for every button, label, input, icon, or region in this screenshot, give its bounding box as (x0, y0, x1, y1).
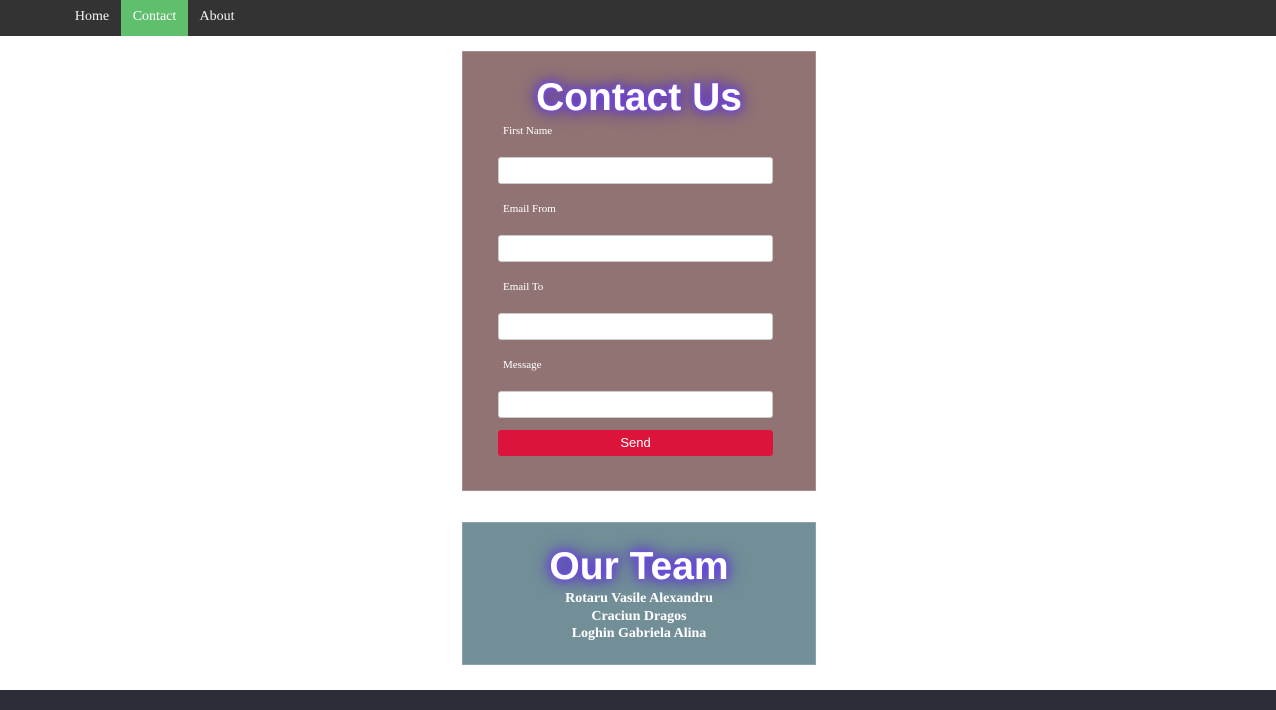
team-title: Our Team (549, 545, 729, 588)
message-input[interactable] (498, 391, 773, 418)
email-from-label: Email From (503, 203, 556, 215)
team-member: Loghin Gabriela Alina (571, 626, 707, 641)
email-from-input[interactable] (498, 235, 773, 262)
first-name-input[interactable] (498, 157, 773, 184)
team-member: Rotaru Vasile Alexandru (565, 591, 713, 606)
contact-form-card: Contact Us First Name Email From Email T… (462, 51, 816, 491)
team-card: Our Team Rotaru Vasile Alexandru Craciun… (462, 522, 816, 665)
contact-title: Contact Us (536, 76, 742, 119)
team-member: Craciun Dragos (591, 608, 687, 624)
nav-item-contact[interactable]: Contact (121, 0, 188, 36)
message-label: Message (503, 359, 542, 371)
page-footer (0, 690, 1276, 710)
email-to-input[interactable] (498, 313, 773, 340)
first-name-label: First Name (503, 125, 553, 137)
email-to-label: Email To (503, 281, 544, 293)
team-member-list: Rotaru Vasile Alexandru Craciun Dragos L… (463, 590, 815, 643)
nav-item-about[interactable]: About (188, 0, 246, 36)
top-navbar: Home Contact About (0, 0, 1276, 36)
send-button[interactable]: Send (498, 430, 773, 456)
nav-item-home[interactable]: Home (63, 0, 121, 36)
